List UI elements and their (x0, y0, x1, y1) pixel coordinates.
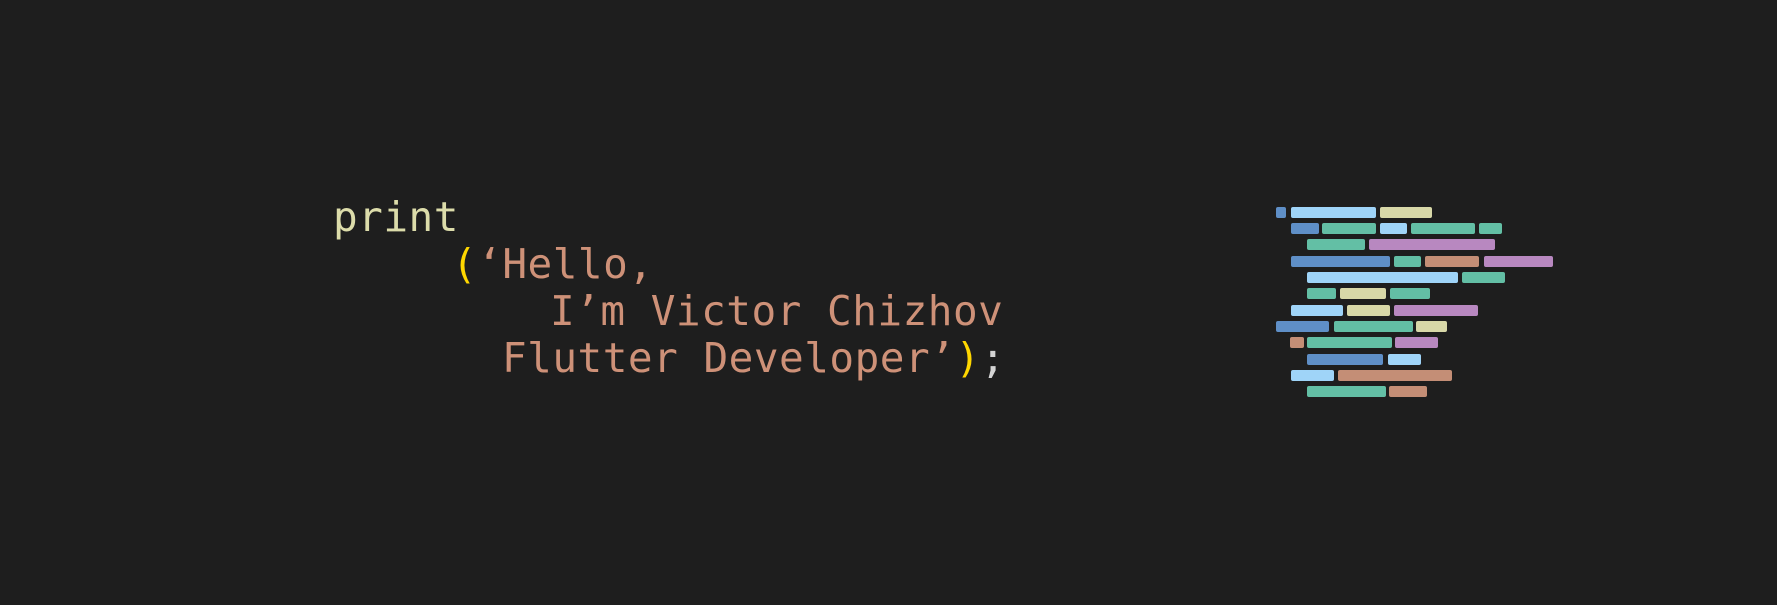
minimap-bar (1479, 223, 1502, 234)
minimap-bar (1388, 354, 1421, 365)
minimap-bar (1307, 386, 1386, 397)
minimap-bar (1291, 223, 1319, 234)
minimap-bar (1462, 272, 1505, 283)
minimap-bar (1416, 321, 1447, 332)
string-name: I’m Victor Chizhov (550, 287, 1004, 335)
minimap-bar (1340, 288, 1386, 299)
minimap-bar (1411, 223, 1475, 234)
minimap-bar (1338, 370, 1452, 381)
string-hello: ‘Hello, (477, 240, 654, 288)
minimap-bar (1394, 305, 1478, 316)
minimap-bar (1322, 223, 1376, 234)
minimap-bar (1369, 239, 1495, 250)
minimap-bar (1291, 370, 1334, 381)
minimap-bar (1380, 223, 1407, 234)
minimap-bar (1380, 207, 1432, 218)
minimap-bar (1307, 288, 1336, 299)
minimap-bar (1291, 207, 1376, 218)
minimap-bar (1484, 256, 1553, 267)
minimap-bar (1276, 321, 1329, 332)
open-paren: ( (452, 240, 478, 288)
minimap-bar (1307, 239, 1365, 250)
minimap-bar (1291, 256, 1390, 267)
semicolon: ; (980, 334, 1006, 382)
minimap-bar (1307, 337, 1392, 348)
minimap-bar (1291, 305, 1343, 316)
close-paren: ) (955, 334, 981, 382)
minimap-bar (1334, 321, 1413, 332)
minimap-bar (1307, 354, 1383, 365)
minimap-bar (1390, 288, 1430, 299)
minimap-bar (1276, 207, 1286, 218)
code-line-role: Flutter Developer’); (502, 335, 1006, 382)
code-line-print: print (333, 194, 459, 241)
print-keyword: print (333, 193, 459, 241)
minimap-bar (1347, 305, 1390, 316)
minimap-bar (1394, 256, 1421, 267)
string-role: Flutter Developer’ (502, 334, 956, 382)
minimap-bar (1425, 256, 1479, 267)
minimap-bar (1290, 337, 1304, 348)
minimap-bar (1307, 272, 1458, 283)
minimap-bar (1395, 337, 1438, 348)
code-line-hello: (‘Hello, (452, 241, 653, 288)
minimap-bar (1389, 386, 1427, 397)
code-line-name: I’m Victor Chizhov (550, 288, 1003, 335)
